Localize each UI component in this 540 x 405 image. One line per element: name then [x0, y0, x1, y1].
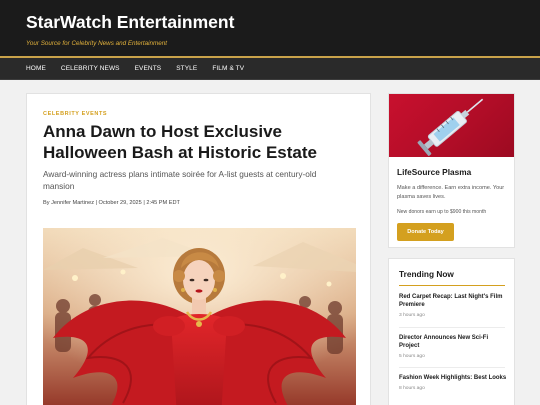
site-title[interactable]: StarWatch Entertainment	[26, 12, 540, 32]
article-card: CELEBRITY EVENTS Anna Dawn to Host Exclu…	[26, 93, 371, 405]
trending-item[interactable]: Director Announces New Sci-Fi Project 5 …	[399, 334, 507, 359]
syringe-icon	[417, 98, 484, 156]
nav-item-film-tv[interactable]: FILM & TV	[212, 65, 244, 72]
ad-description: Make a difference. Earn extra income. Yo…	[397, 185, 505, 200]
trending-item[interactable]: Fashion Week Highlights: Best Looks 8 ho…	[399, 374, 507, 391]
site-tagline: Your Source for Celebrity News and Enter…	[26, 40, 168, 47]
trending-item-headline[interactable]: Fashion Week Highlights: Best Looks	[399, 374, 507, 382]
nav-item-style[interactable]: STYLE	[176, 65, 197, 72]
trending-widget: Trending Now Red Carpet Recap: Last Nigh…	[388, 258, 515, 405]
trending-divider	[399, 285, 505, 286]
nav-item-events[interactable]: EVENTS	[135, 65, 162, 72]
article-category[interactable]: CELEBRITY EVENTS	[43, 111, 107, 117]
woman-in-red-feather-gown-illustration	[43, 228, 356, 405]
trending-item-headline[interactable]: Director Announces New Sci-Fi Project	[399, 334, 507, 350]
trending-separator	[399, 327, 505, 328]
ad-note: New donors earn up to $900 this month	[397, 209, 487, 215]
article-byline: By Jennifer Martinez | October 29, 2025 …	[43, 200, 180, 206]
article-headline: Anna Dawn to Host Exclusive Halloween Ba…	[43, 122, 317, 162]
site-header: StarWatch Entertainment Your Source for …	[0, 0, 540, 56]
article-hero-image	[43, 228, 356, 405]
sponsored-ad-card: LifeSource Plasma Make a difference. Ear…	[388, 93, 515, 248]
donate-today-button[interactable]: Donate Today	[397, 223, 454, 241]
trending-item-time: 3 hours ago	[399, 313, 425, 318]
main-nav: HOME CELEBRITY NEWS EVENTS STYLE FILM & …	[0, 58, 540, 80]
trending-title: Trending Now	[399, 269, 454, 279]
trending-item-time: 8 hours ago	[399, 386, 425, 391]
nav-item-home[interactable]: HOME	[26, 65, 46, 72]
ad-image[interactable]	[389, 94, 514, 157]
trending-separator	[399, 367, 505, 368]
ad-title: LifeSource Plasma	[397, 167, 472, 177]
article-subheadline: Award-winning actress plans intimate soi…	[43, 169, 317, 191]
trending-item-time: 5 hours ago	[399, 354, 425, 359]
trending-item-headline[interactable]: Red Carpet Recap: Last Night's Film Prem…	[399, 293, 507, 309]
nav-item-celebrity-news[interactable]: CELEBRITY NEWS	[61, 65, 120, 72]
trending-item[interactable]: Red Carpet Recap: Last Night's Film Prem…	[399, 293, 507, 318]
